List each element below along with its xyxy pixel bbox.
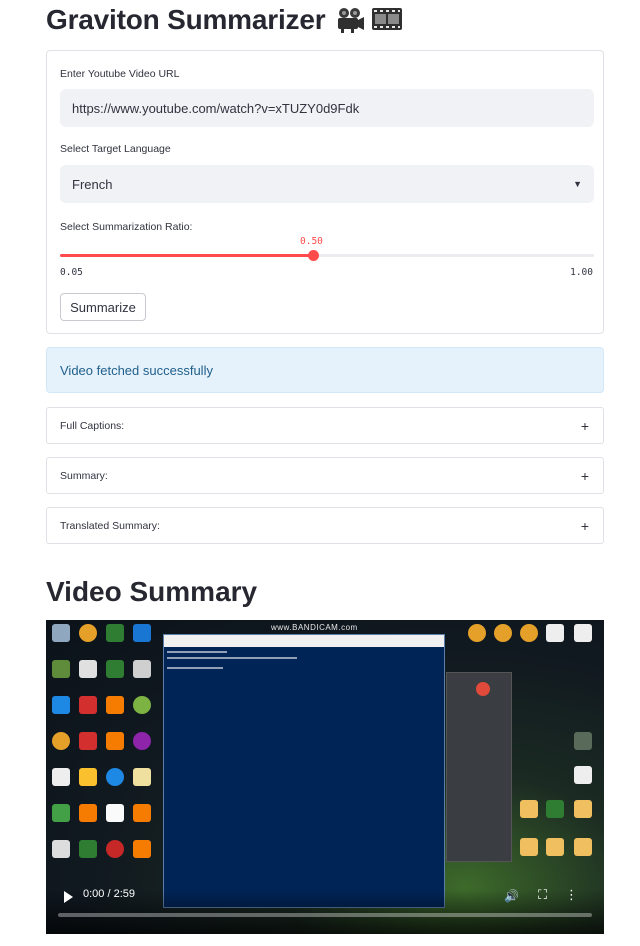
- ratio-min-label: 0.05: [60, 267, 83, 278]
- desktop-icon: [574, 838, 592, 856]
- ratio-slider[interactable]: [60, 250, 594, 261]
- plus-icon: +: [580, 417, 589, 434]
- plus-icon: +: [580, 467, 589, 484]
- desktop-icon: [79, 660, 97, 678]
- expander-label: Full Captions:: [60, 419, 125, 432]
- record-icon: [476, 682, 490, 696]
- desktop-icon: [52, 696, 70, 714]
- desktop-icon: [574, 766, 592, 784]
- video-progress-bar[interactable]: [58, 913, 592, 917]
- desktop-icon: [106, 696, 124, 714]
- desktop-icon: [133, 732, 151, 750]
- expander-summary[interactable]: Summary: +: [46, 457, 604, 494]
- summarize-button[interactable]: Summarize: [60, 293, 146, 321]
- desktop-icon: [574, 732, 592, 750]
- play-icon[interactable]: [64, 891, 73, 903]
- desktop-icon: [79, 696, 97, 714]
- expander-label: Summary:: [60, 469, 108, 482]
- desktop-icon: [468, 624, 486, 642]
- desktop-icon: [106, 732, 124, 750]
- video-watermark: www.BANDICAM.com: [271, 623, 358, 632]
- url-input[interactable]: https://www.youtube.com/watch?v=xTUZY0d9…: [60, 89, 594, 127]
- ratio-slider-fill: [60, 254, 313, 257]
- desktop-icon: [79, 804, 97, 822]
- desktop-icon: [52, 840, 70, 858]
- desktop-icon: [133, 840, 151, 858]
- url-label: Enter Youtube Video URL: [60, 68, 180, 80]
- desktop-icon: [106, 804, 124, 822]
- desktop-icon: [133, 660, 151, 678]
- ratio-slider-thumb[interactable]: [308, 250, 319, 261]
- desktop-icon: [133, 624, 151, 642]
- page-title-text: Graviton Summarizer: [46, 4, 326, 35]
- console-line: [167, 667, 223, 669]
- desktop-icon: [106, 660, 124, 678]
- desktop-icon: [546, 624, 564, 642]
- desktop-icon: [133, 696, 151, 714]
- desktop-icon: [79, 732, 97, 750]
- expander-translated-summary[interactable]: Translated Summary: +: [46, 507, 604, 544]
- fullscreen-icon[interactable]: ⛶: [538, 887, 547, 903]
- powershell-titlebar: [164, 635, 444, 647]
- desktop-icon: [546, 838, 564, 856]
- desktop-icon: [106, 768, 124, 786]
- desktop-icon: [52, 732, 70, 750]
- ratio-max-label: 1.00: [570, 267, 593, 278]
- desktop-icon: [520, 800, 538, 818]
- status-message: Video fetched successfully: [60, 362, 213, 378]
- film-frames-icon: [372, 8, 403, 30]
- desktop-icon: [494, 624, 512, 642]
- status-alert: Video fetched successfully: [46, 347, 604, 393]
- desktop-icon: [106, 624, 124, 642]
- desktop-icon: [133, 768, 151, 786]
- more-options-icon[interactable]: ⋮: [565, 887, 578, 903]
- desktop-icon: [133, 804, 151, 822]
- desktop-icon: [79, 768, 97, 786]
- console-line: [167, 651, 227, 653]
- desktop-icon: [52, 660, 70, 678]
- console-line: [167, 657, 297, 659]
- language-label: Select Target Language: [60, 143, 171, 155]
- desktop-icon: [574, 624, 592, 642]
- plus-icon: +: [580, 517, 589, 534]
- desktop-icon: [52, 768, 70, 786]
- video-time: 0:00 / 2:59: [83, 888, 135, 900]
- desktop-icon: [574, 800, 592, 818]
- expander-label: Translated Summary:: [60, 519, 160, 532]
- language-select[interactable]: French ▼: [60, 165, 594, 203]
- video-heading: Video Summary: [46, 576, 258, 607]
- ratio-slider-value: 0.50: [300, 236, 323, 247]
- video-player[interactable]: www.BANDICAM.com 0:00 / 2:59 🔊 ⛶ ⋮: [46, 620, 604, 934]
- recorder-panel: [446, 672, 512, 862]
- desktop-icon: [52, 624, 70, 642]
- volume-icon[interactable]: 🔊: [504, 889, 519, 903]
- desktop-icon: [520, 838, 538, 856]
- summarizer-form: Enter Youtube Video URL https://www.yout…: [46, 50, 604, 334]
- page-title: Graviton Summarizer: [46, 4, 403, 36]
- ratio-label: Select Summarization Ratio:: [60, 221, 193, 233]
- powershell-window: [163, 634, 445, 908]
- movie-camera-icon: [338, 8, 365, 33]
- caret-down-icon: ▼: [573, 179, 582, 189]
- desktop-icon: [79, 624, 97, 642]
- desktop-icon: [52, 804, 70, 822]
- desktop-icon: [106, 840, 124, 858]
- desktop-icon: [79, 840, 97, 858]
- title-icons: [335, 6, 403, 34]
- desktop-icon: [520, 624, 538, 642]
- expander-full-captions[interactable]: Full Captions: +: [46, 407, 604, 444]
- desktop-icon: [546, 800, 564, 818]
- url-input-value: https://www.youtube.com/watch?v=xTUZY0d9…: [72, 100, 360, 116]
- language-select-value: French: [72, 176, 113, 192]
